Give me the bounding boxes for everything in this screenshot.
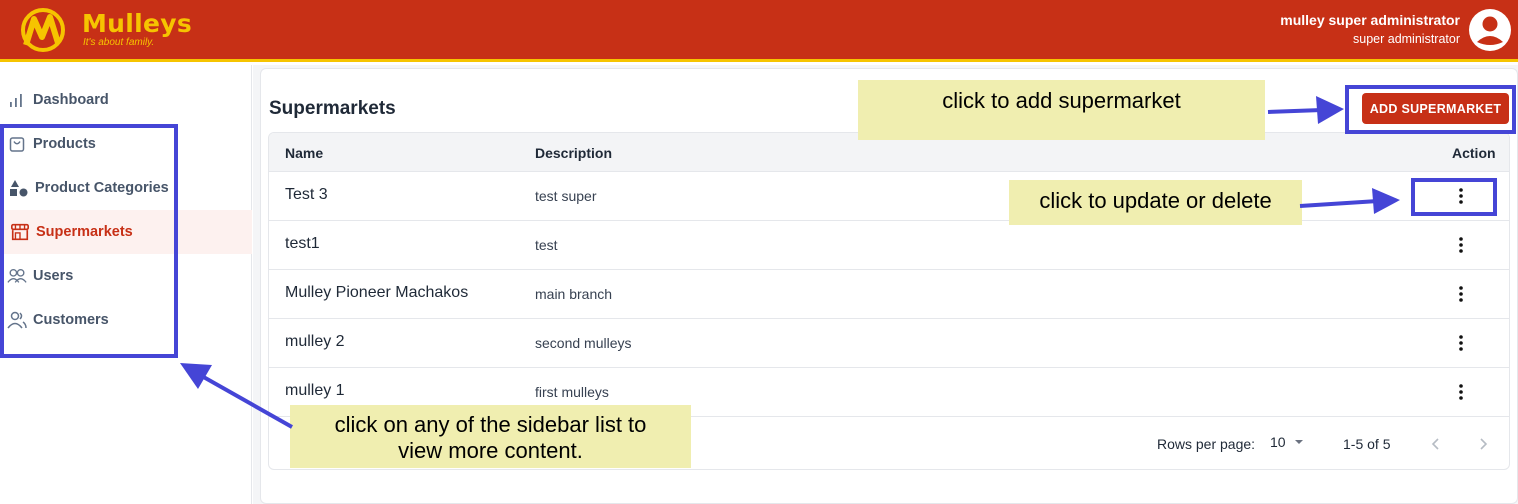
next-page-button[interactable] [1470,431,1496,457]
column-header-action: Action [1452,145,1496,161]
sidebar-item-dashboard[interactable]: Dashboard [0,78,252,122]
pagination-range: 1-5 of 5 [1343,436,1391,452]
cell-name: mulley 2 [285,333,345,350]
app-header: Mulleys It's about family. mulley super … [0,0,1518,62]
table-row[interactable]: Mulley Pioneer Machakos main branch [269,270,1509,319]
callout-add-text: click to add supermarket [942,88,1181,113]
brand-tagline: It's about family. [83,37,155,48]
more-actions-icon[interactable] [1449,331,1473,355]
callout-update: click to update or delete [1009,180,1302,225]
cell-description: test super [535,188,597,204]
table-row[interactable]: test1 test [269,221,1509,270]
highlight-action-menu [1411,178,1497,216]
table-row[interactable]: mulley 2 second mulleys [269,319,1509,368]
cell-name: Test 3 [285,186,328,203]
rows-per-page-select[interactable]: 10 [1270,434,1308,450]
sidebar-item-label: Dashboard [33,92,109,108]
callout-update-text: click to update or delete [1039,188,1272,213]
highlight-sidebar [0,124,178,358]
more-actions-icon[interactable] [1449,282,1473,306]
column-header-description[interactable]: Description [535,145,612,161]
chevron-left-icon [1431,438,1439,450]
cell-description: first mulleys [535,384,609,400]
mulleys-logo[interactable] [18,7,68,53]
user-avatar-icon[interactable] [1468,8,1512,52]
user-name: mulley super administrator [1280,12,1460,28]
more-actions-icon[interactable] [1449,380,1473,404]
chevron-right-icon [1480,438,1488,450]
cell-description: second mulleys [535,335,632,351]
cell-name: test1 [285,235,320,252]
callout-sidebar-line2: view more content. [398,438,583,463]
previous-page-button[interactable] [1423,431,1449,457]
callout-add: click to add supermarket [858,80,1265,140]
cell-description: test [535,237,558,253]
bar-chart-icon [7,90,27,110]
cell-name: mulley 1 [285,382,345,399]
page-title: Supermarkets [269,98,396,119]
more-actions-icon[interactable] [1449,233,1473,257]
brand-name: Mulleys [82,9,193,38]
cell-description: main branch [535,286,613,302]
table-row[interactable]: Test 3 test super [269,172,1509,221]
callout-sidebar-line1: click on any of the sidebar list to [334,412,647,437]
highlight-add-button [1345,85,1516,134]
cell-name: Mulley Pioneer Machakos [285,284,469,301]
callout-sidebar: click on any of the sidebar list to view… [290,405,691,468]
user-role: super administrator [1353,32,1460,46]
column-header-name[interactable]: Name [285,145,323,161]
caret-down-icon [1294,440,1303,444]
rows-per-page-value: 10 [1270,434,1286,450]
rows-per-page-label: Rows per page: [1157,436,1256,452]
